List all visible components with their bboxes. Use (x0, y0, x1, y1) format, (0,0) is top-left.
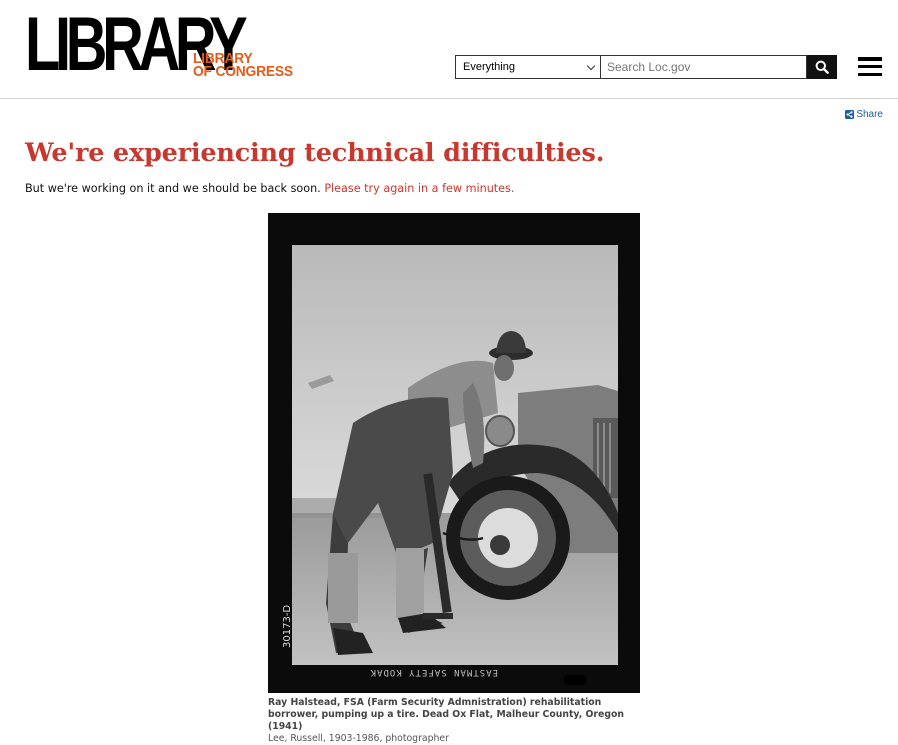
search-icon (815, 60, 829, 74)
photo-illustration: EASTMAN SAFETY KODAK 30173-D (268, 213, 640, 693)
logo-subtitle: LIBRARY OF CONGRESS (193, 51, 293, 80)
search-scope-select[interactable]: Everything (455, 55, 600, 79)
share-link[interactable]: Share (845, 109, 883, 120)
photo-caption-credit: Lee, Russell, 1903-1986, photographer (268, 733, 449, 744)
search-scope-value: Everything (463, 61, 515, 73)
photo-caption-title: Ray Halstead, FSA (Farm Security Admnist… (268, 697, 624, 732)
library-of-congress-logo[interactable]: LIBRARY LIBRARY OF CONGRESS (25, 2, 302, 87)
site-header: LIBRARY LIBRARY OF CONGRESS Everything (0, 0, 898, 99)
featured-photo: EASTMAN SAFETY KODAK 30173-D (268, 213, 640, 693)
retry-link[interactable]: Please try again in a few minutes. (324, 182, 514, 195)
status-message-text: But we're working on it and we should be… (25, 182, 325, 195)
hamburger-menu-icon[interactable] (858, 57, 882, 77)
search-bar: Everything (455, 55, 837, 79)
chevron-down-icon (586, 61, 596, 71)
page-title: We're experiencing technical difficultie… (25, 138, 605, 168)
logo-subtitle-line2: OF CONGRESS (193, 63, 293, 80)
search-button[interactable] (807, 55, 837, 79)
status-message: But we're working on it and we should be… (25, 182, 514, 195)
negative-number: 30173-D (282, 605, 293, 648)
photo-caption: Ray Halstead, FSA (Farm Security Admnist… (268, 697, 640, 745)
logo-wordmark: LIBRARY (25, 2, 248, 87)
share-icon (845, 110, 855, 119)
film-edge-text: EASTMAN SAFETY KODAK (370, 667, 498, 677)
search-input[interactable] (600, 55, 807, 79)
share-label: Share (856, 109, 883, 120)
